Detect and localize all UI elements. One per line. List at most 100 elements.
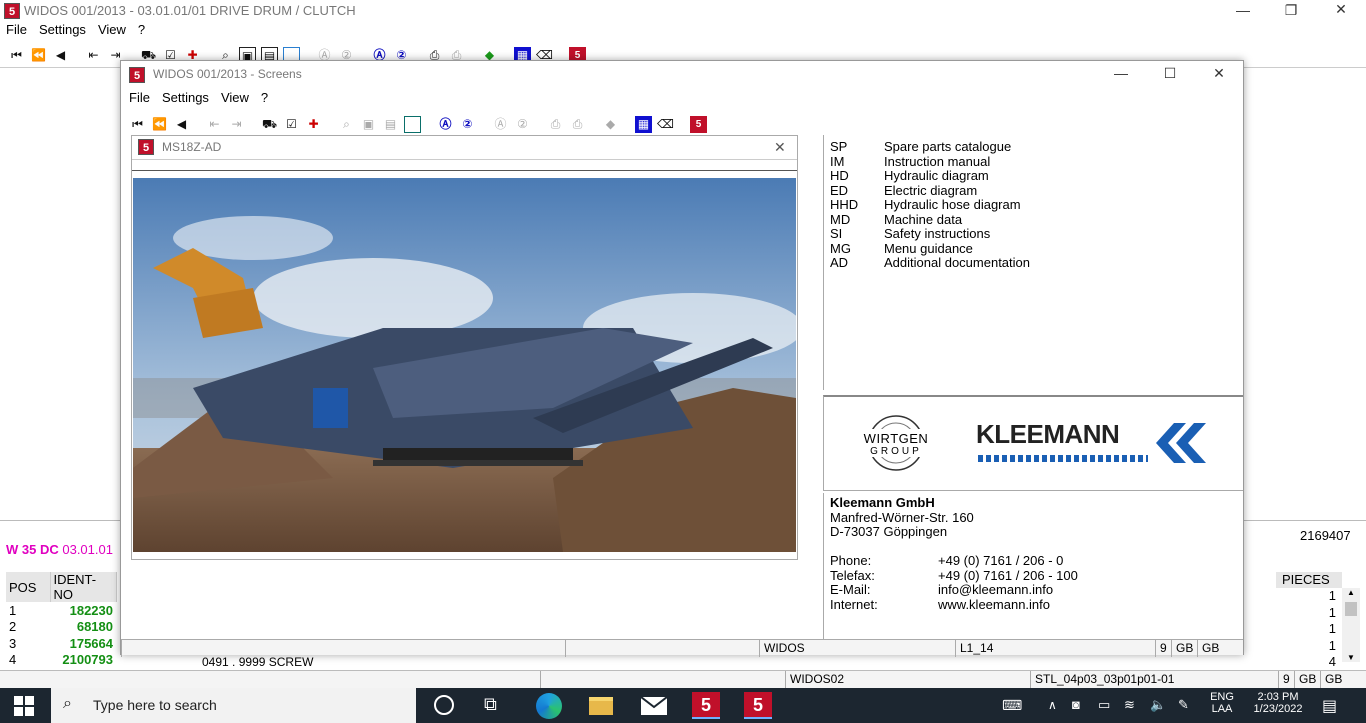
col-pieces[interactable]: PIECES (1276, 572, 1342, 588)
row5-extra1: 0491 (202, 655, 229, 669)
clock[interactable]: 2:03 PM 1/23/2022 (1246, 691, 1310, 715)
phone-label: Phone: (830, 553, 872, 568)
screens-minimize-button[interactable]: — (1106, 65, 1136, 81)
scroll-up-icon[interactable]: ▲ (1342, 588, 1360, 598)
minimize-button[interactable]: — (1228, 2, 1258, 18)
lang-layout: LAA (1211, 703, 1233, 715)
clock-time: 2:03 PM (1257, 691, 1299, 703)
status-widos: WIDOS (759, 640, 955, 657)
col-ident[interactable]: IDENT-NO (50, 572, 117, 602)
wirtgen-group-logo: WIRTGEN GROUP (854, 413, 938, 473)
menu-file[interactable]: File (6, 22, 27, 37)
email-label: E-Mail: (830, 582, 871, 597)
scroll-down-icon[interactable]: ▼ (1342, 653, 1360, 662)
edge-browser-icon[interactable] (536, 693, 562, 719)
kleemann-text: KLEEMANN (976, 419, 1120, 449)
task-view-icon[interactable]: ⧉ (484, 694, 497, 715)
ident-cell: 2100793 (62, 652, 113, 668)
chevron-up-icon[interactable]: ∧ (1048, 698, 1057, 712)
keyboard-icon[interactable]: ⌨ (1002, 697, 1022, 714)
volume-icon[interactable]: 🔈 (1150, 697, 1166, 713)
menu-settings[interactable]: Settings (39, 22, 86, 37)
web-value[interactable]: www.kleemann.info (938, 597, 1050, 612)
status-blank (121, 640, 565, 657)
image-window-close-icon[interactable]: ✕ (774, 139, 786, 156)
table-scrollbar[interactable]: ▲ ▼ (1342, 588, 1360, 662)
legend-item: SP Spare parts catalogue (830, 139, 1012, 154)
table-row[interactable]: 3 175664 (6, 635, 116, 652)
screens-maximize-button[interactable]: ☐ (1155, 65, 1185, 82)
assembly-header: W 35 DC 03.01.01 (6, 542, 113, 557)
legend-item: AD Additional documentation (830, 255, 1030, 270)
camera-icon[interactable]: ◙ (1072, 697, 1080, 712)
widos-taskbar-icon-2[interactable]: 5 (744, 692, 772, 719)
taskbar-search-box[interactable]: ⌕ Type here to search (51, 688, 416, 723)
rewind-icon[interactable]: ⏪ (30, 47, 47, 64)
legend-item: SI Safety instructions (830, 226, 991, 241)
ident-cell: 68180 (76, 619, 113, 635)
menu-help[interactable]: ? (261, 90, 268, 105)
kleemann-bar (978, 455, 1148, 462)
grid-icon[interactable]: ▦ (635, 115, 652, 133)
wifi-icon[interactable]: ≋ (1124, 697, 1135, 713)
col-pos[interactable]: POS (6, 572, 51, 602)
email-value[interactable]: info@kleemann.info (938, 582, 1053, 597)
table-row[interactable]: 4 2100793 (6, 652, 116, 669)
find-a-icon[interactable]: Ⓐ (437, 116, 454, 133)
pos-cell: 4 (9, 652, 17, 668)
scroll-thumb[interactable] (1345, 602, 1357, 616)
table-row[interactable]: 1 182230 (6, 602, 116, 619)
back-page-icon[interactable]: ⇤ (85, 47, 102, 64)
close-button[interactable]: ✕ (1326, 1, 1356, 18)
menu-help[interactable]: ? (138, 22, 145, 37)
table-row[interactable]: 2 68180 (6, 619, 116, 636)
restore-button[interactable]: ❐ (1276, 2, 1306, 19)
legend-item: ED Electric diagram (830, 182, 978, 198)
rewind-icon[interactable]: ⏪ (151, 116, 168, 133)
language-indicator[interactable]: ENG LAA (1210, 691, 1234, 715)
mail-icon[interactable] (640, 696, 668, 715)
app-logo-icon[interactable]: 5 (690, 115, 707, 133)
parts-table: POS IDENT-NO 1 182230 2 68180 3 175664 4 210… (6, 572, 117, 685)
previous-icon[interactable]: ◀ (52, 47, 69, 64)
screens-close-button[interactable]: ✕ (1204, 65, 1234, 82)
cart-icon[interactable]: ⛟ (261, 116, 278, 133)
file-explorer-icon[interactable] (589, 697, 613, 715)
screens-title: WIDOS 001/2013 - Screens (153, 67, 302, 81)
screens-menu-bar: File Settings View? (129, 90, 280, 108)
divider (132, 170, 797, 171)
first-icon[interactable]: ⏮ (129, 116, 146, 133)
status-l1: L1_14 (955, 640, 1155, 657)
pieces-cell: 1 (1328, 637, 1336, 653)
menu-settings[interactable]: Settings (162, 90, 209, 105)
status-blank (540, 671, 785, 688)
image-window-title: MS18Z-AD (162, 140, 222, 154)
screens-title-bar: 5 WIDOS 001/2013 - Screens — ☐ ✕ (121, 61, 1243, 87)
previous-icon[interactable]: ◀ (173, 116, 190, 133)
status-stl: STL_04p03_03p01p01-01 (1030, 671, 1278, 688)
checklist-icon[interactable]: ☑ (283, 116, 300, 133)
frame-icon[interactable] (404, 115, 421, 133)
menu-file[interactable]: File (129, 90, 150, 105)
find-2-icon[interactable]: ② (459, 116, 476, 133)
print-icon: ⎙ (550, 116, 561, 131)
screens-status-bar: WIDOS L1_14 9 GB GB (121, 639, 1243, 657)
lang-code: ENG (1210, 691, 1234, 703)
assembly-number: 2169407 (1300, 528, 1351, 543)
pieces-cell: 1 (1328, 588, 1336, 603)
pen-icon[interactable]: ✎ (1178, 697, 1189, 713)
add-icon[interactable]: ✚ (305, 116, 322, 133)
menu-view[interactable]: View (98, 22, 126, 37)
first-icon[interactable]: ⏮ (8, 47, 25, 64)
back-page-icon: ⇤ (209, 116, 220, 131)
menu-view[interactable]: View (221, 90, 249, 105)
main-window-title: WIDOS 001/2013 - 03.01.01/01 DRIVE DRUM … (24, 3, 356, 18)
eraser-icon[interactable]: ⌫ (657, 116, 674, 133)
city: D-73037 Göppingen (830, 524, 948, 539)
notification-icon[interactable]: ▤ (1322, 696, 1337, 716)
cortana-icon[interactable] (434, 695, 454, 715)
windows-start-icon[interactable] (14, 696, 34, 716)
clock-date: 1/23/2022 (1253, 703, 1303, 715)
widos-taskbar-icon[interactable]: 5 (692, 692, 720, 719)
battery-icon[interactable]: ▭ (1098, 697, 1110, 713)
